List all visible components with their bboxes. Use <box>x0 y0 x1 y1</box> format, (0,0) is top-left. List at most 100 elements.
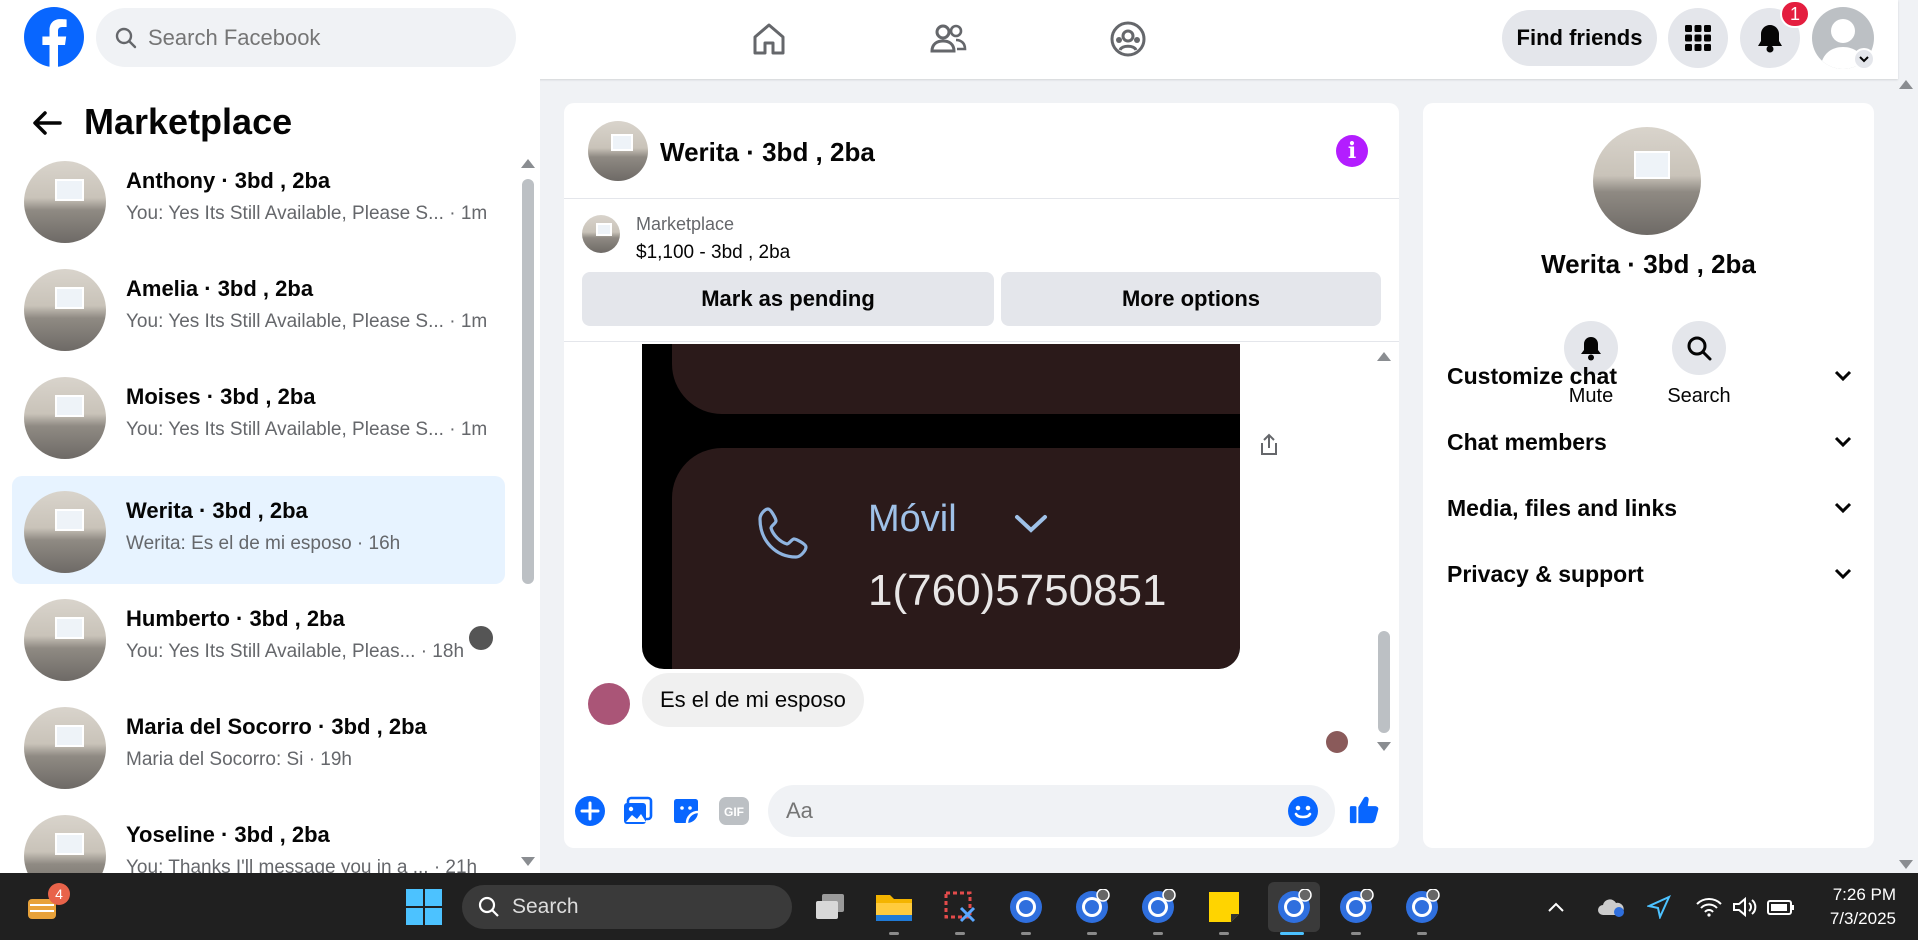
conversation-name: Maria del Socorro · 3bd , 2ba <box>126 714 427 739</box>
location-arrow-icon[interactable] <box>1644 885 1674 929</box>
file-explorer-icon[interactable] <box>872 885 916 929</box>
chevron-up-icon[interactable] <box>1542 885 1570 929</box>
avatar <box>24 707 106 789</box>
thumbs-up-icon[interactable] <box>1348 793 1380 825</box>
scroll-up-arrow-icon[interactable] <box>521 159 535 168</box>
conversation-item-active[interactable]: Werita · 3bd , 2ba Werita: Es el de mi e… <box>12 476 505 584</box>
taskbar-search[interactable]: Search <box>462 885 792 929</box>
battery-icon[interactable] <box>1766 885 1796 929</box>
snipping-tool-icon[interactable] <box>938 885 982 929</box>
preview-text: You: Thanks I'll message you in a ... <box>126 857 429 873</box>
chat-scroll-down-arrow-icon[interactable] <box>1377 742 1391 751</box>
chrome-profile-icon[interactable] <box>1070 885 1114 929</box>
sticker-icon[interactable] <box>670 795 702 827</box>
message-input-box[interactable] <box>768 785 1335 837</box>
emoji-icon[interactable] <box>1287 795 1319 827</box>
preview-time: · 1m <box>449 203 488 224</box>
chat-members-section[interactable]: Chat members <box>1447 417 1852 467</box>
chat-avatar[interactable] <box>588 121 648 181</box>
svg-text:GIF: GIF <box>724 805 744 819</box>
plus-circle-icon[interactable] <box>574 795 606 827</box>
page-scroll-down-arrow-icon[interactable] <box>1899 860 1913 869</box>
image-phone-number: 1(760)5750851 <box>868 566 1167 615</box>
avatar <box>24 815 106 873</box>
media-files-links-section[interactable]: Media, files and links <box>1447 483 1852 533</box>
info-icon[interactable]: i <box>1336 135 1368 167</box>
image-card: Móvil 1(760)5750851 <box>672 448 1240 669</box>
preview-time: · 1m <box>449 419 488 440</box>
chevron-down-icon <box>1014 514 1048 534</box>
more-options-button[interactable]: More options <box>1001 272 1381 326</box>
conversation-item[interactable]: Humberto · 3bd , 2ba You: Yes Its Still … <box>12 584 505 692</box>
scroll-down-arrow-icon[interactable] <box>521 857 535 866</box>
privacy-support-section[interactable]: Privacy & support <box>1447 549 1852 599</box>
contact-avatar[interactable] <box>1593 127 1701 235</box>
message-bubble[interactable]: Es el de mi esposo <box>642 673 864 727</box>
avatar <box>24 599 106 681</box>
share-icon[interactable] <box>1258 433 1280 457</box>
onedrive-icon[interactable] <box>1596 885 1626 929</box>
conversation-item[interactable]: Yoseline · 3bd , 2ba You: Thanks I'll me… <box>12 800 505 873</box>
chat-scroll-up-arrow-icon[interactable] <box>1377 352 1391 361</box>
avatar <box>24 377 106 459</box>
search-box[interactable] <box>96 8 516 67</box>
conversation-item[interactable]: Anthony · 3bd , 2ba You: Yes Its Still A… <box>12 146 505 254</box>
message-input[interactable] <box>786 798 1266 824</box>
task-view-icon[interactable] <box>808 885 852 929</box>
chevron-down-icon <box>1834 568 1852 580</box>
search-input[interactable] <box>148 24 468 51</box>
running-indicator <box>1417 932 1427 935</box>
photo-icon[interactable] <box>622 795 654 827</box>
chat-scrollbar[interactable] <box>1378 631 1390 733</box>
find-friends-button[interactable]: Find friends <box>1502 10 1657 66</box>
conversation-item[interactable]: Maria del Socorro · 3bd , 2ba Maria del … <box>12 692 505 800</box>
chrome-profile-icon-active[interactable] <box>1268 882 1320 932</box>
preview-time: · 1m <box>449 311 488 332</box>
windows-start-icon[interactable] <box>402 885 446 929</box>
preview-time: · 19h <box>308 749 352 770</box>
sender-avatar[interactable] <box>588 683 630 725</box>
friends-icon[interactable] <box>923 14 973 64</box>
system-clock[interactable]: 7:26 PM 7/3/2025 <box>1808 883 1896 931</box>
page-scroll-up-arrow-icon[interactable] <box>1899 80 1913 89</box>
section-label: Media, files and links <box>1447 494 1678 521</box>
preview-time: · 16h <box>356 533 401 554</box>
avatar <box>24 161 106 243</box>
chat-title[interactable]: Werita · 3bd , 2ba <box>660 137 875 168</box>
mark-as-pending-button[interactable]: Mark as pending <box>582 272 994 326</box>
listing-thumbnail[interactable] <box>582 215 620 253</box>
chrome-profile-icon[interactable] <box>1136 885 1180 929</box>
account-chevron-down-icon[interactable] <box>1853 48 1875 70</box>
sidebar-scrollbar[interactable] <box>522 179 534 584</box>
clock-time: 7:26 PM <box>1832 885 1896 904</box>
volume-icon[interactable] <box>1730 885 1760 929</box>
conversation-name: Anthony · 3bd , 2ba <box>126 168 331 193</box>
wifi-icon[interactable] <box>1694 885 1724 929</box>
customize-chat-section[interactable]: Customize chat <box>1447 351 1852 401</box>
shared-screenshot-image[interactable]: Móvil 1(760)5750851 <box>642 344 1240 669</box>
preview-text: You: Yes Its Still Available, Please S..… <box>126 311 444 332</box>
conversation-item[interactable]: Moises · 3bd , 2ba You: Yes Its Still Av… <box>12 362 505 470</box>
image-card-top <box>672 344 1240 414</box>
conversation-name: Werita · 3bd , 2ba <box>126 498 308 523</box>
back-arrow-icon[interactable] <box>30 106 64 140</box>
chrome-icon[interactable] <box>1004 885 1048 929</box>
conversation-item[interactable]: Amelia · 3bd , 2ba You: Yes Its Still Av… <box>12 254 505 362</box>
listing-price[interactable]: $1,100 - 3bd , 2ba <box>636 242 790 264</box>
groups-icon[interactable] <box>1103 14 1153 64</box>
chrome-profile-icon[interactable] <box>1400 885 1444 929</box>
search-icon <box>114 26 138 50</box>
sidebar-title: Marketplace <box>84 101 293 142</box>
menu-grid-icon[interactable] <box>1668 8 1728 68</box>
sticky-notes-icon[interactable] <box>1202 885 1246 929</box>
gif-icon[interactable]: GIF <box>718 795 750 827</box>
facebook-logo-icon[interactable] <box>24 7 84 67</box>
chrome-profile-icon[interactable] <box>1334 885 1378 929</box>
search-icon <box>478 896 500 918</box>
running-indicator <box>1087 932 1097 935</box>
section-label: Chat members <box>1447 428 1607 455</box>
home-icon[interactable] <box>744 14 794 64</box>
running-indicator <box>1219 932 1229 935</box>
preview-text: Werita: Es el de mi esposo <box>126 533 352 554</box>
marketplace-conversation-list: Marketplace Anthony · 3bd , 2ba You: Yes… <box>0 79 540 873</box>
